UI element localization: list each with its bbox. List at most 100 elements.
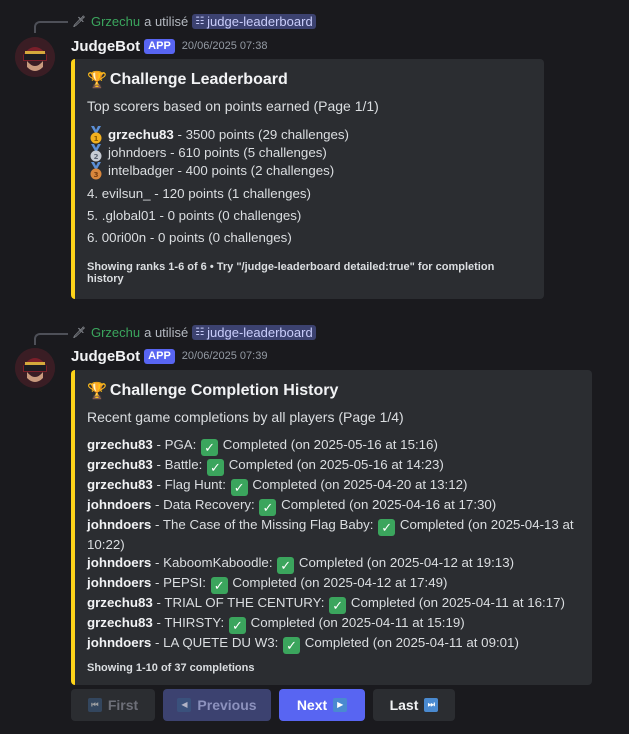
timestamp[interactable]: 20/06/2025 07:39: [182, 350, 268, 362]
player-score: - 400 points (2 challenges): [173, 163, 335, 178]
completion-challenge: - The Case of the Missing Flag Baby:: [151, 517, 378, 532]
bot-name[interactable]: JudgeBot: [71, 348, 140, 365]
embed-description: Recent game completions by all players (…: [87, 409, 404, 425]
completion-challenge: - PEPSI:: [151, 575, 210, 590]
command-grid-icon: ☷: [195, 15, 205, 27]
reply-username[interactable]: Grzechu: [91, 325, 140, 340]
leaderboard-row: 2 johndoers - 610 points (5 challenges): [87, 144, 530, 162]
completion-status: Completed (on 2025-04-12 at 17:49): [228, 575, 448, 590]
completion-row: johndoers - Data Recovery: ✓ Completed (…: [87, 496, 578, 516]
check-icon: ✓: [283, 637, 301, 654]
leaderboard-row: 1 grzechu83 - 3500 points (29 challenges…: [87, 126, 530, 144]
completion-status: Completed (on 2025-04-11 at 15:19): [246, 615, 465, 630]
command-chip[interactable]: ☷ judge-leaderboard: [192, 324, 316, 340]
command-name: judge-leaderboard: [207, 324, 313, 340]
player-name: grzechu83: [108, 127, 174, 142]
trophy-icon: 🏆: [87, 383, 107, 400]
trophy-icon: 🏆: [87, 72, 107, 89]
completion-history-embed: 🏆 Challenge Completion History Recent ga…: [71, 370, 592, 685]
completion-row: grzechu83 - PGA: ✓ Completed (on 2025-05…: [87, 436, 578, 456]
reply-username[interactable]: Grzechu: [91, 14, 140, 29]
next-label: Next: [296, 697, 328, 713]
completion-challenge: - KaboomKaboodle:: [151, 555, 277, 570]
reply-verb: a utilisé: [144, 324, 189, 340]
check-icon: ✓: [228, 617, 246, 634]
leaderboard-embed: 🏆 Challenge Leaderboard Top scorers base…: [71, 59, 544, 299]
completion-row: grzechu83 - TRIAL OF THE CENTURY: ✓ Comp…: [87, 594, 578, 614]
slash-command-icon: 🗡︎: [72, 15, 86, 28]
embed-title: 🏆 Challenge Leaderboard: [87, 69, 530, 91]
leaderboard-row: 5. .global01 - 0 points (0 challenges): [87, 208, 302, 223]
completion-user: grzechu83: [87, 457, 153, 472]
completion-row: johndoers - LA QUETE DU W3: ✓ Completed …: [87, 634, 578, 654]
completion-challenge: - Data Recovery:: [151, 497, 259, 512]
check-icon: ✓: [210, 577, 228, 594]
completion-row: grzechu83 - Flag Hunt: ✓ Completed (on 2…: [87, 476, 578, 496]
avatar[interactable]: [15, 348, 55, 388]
bronze-medal-icon: 3: [87, 162, 105, 180]
completion-user: grzechu83: [87, 615, 153, 630]
timestamp[interactable]: 20/06/2025 07:38: [182, 40, 268, 52]
reply-connector: [34, 21, 68, 33]
avatar[interactable]: [15, 37, 55, 77]
previous-label: Previous: [197, 697, 257, 713]
check-icon: ✓: [329, 597, 347, 614]
completion-challenge: - Battle:: [152, 457, 206, 472]
last-label: Last: [389, 697, 419, 713]
leaderboard-list: 1 grzechu83 - 3500 points (29 challenges…: [87, 126, 530, 249]
completion-row: johndoers - The Case of the Missing Flag…: [87, 516, 578, 554]
last-page-button[interactable]: Last ⏭: [373, 689, 455, 721]
completion-user: johndoers: [87, 517, 152, 532]
completion-challenge: - LA QUETE DU W3:: [151, 635, 283, 650]
completion-status: Completed (on 2025-04-12 at 19:13): [295, 555, 515, 570]
command-chip[interactable]: ☷ judge-leaderboard: [192, 13, 316, 29]
gold-medal-icon: 1: [87, 126, 105, 144]
player-name: intelbadger: [108, 163, 174, 178]
command-grid-icon: ☷: [195, 326, 205, 338]
leaderboard-row: 3 intelbadger - 400 points (2 challenges…: [87, 162, 530, 180]
embed-title-text: Challenge Leaderboard: [109, 71, 288, 88]
completion-challenge: - PGA:: [152, 437, 201, 452]
svg-text:1: 1: [94, 135, 99, 143]
next-page-button[interactable]: Next ▶: [279, 689, 365, 721]
embed-description: Top scorers based on points earned (Page…: [87, 98, 379, 114]
reply-context: 🗡︎ Grzechu a utilisé ☷ judge-leaderboard: [72, 11, 316, 31]
svg-text:2: 2: [94, 153, 99, 161]
pagination-buttons: ⏮ First ◀ Previous Next ▶ Last ⏭: [71, 689, 455, 721]
check-icon: ✓: [207, 459, 224, 476]
leaderboard-row: 4. evilsun_ - 120 points (1 challenges): [87, 186, 311, 201]
reply-verb: a utilisé: [144, 13, 189, 29]
previous-page-button[interactable]: ◀ Previous: [163, 689, 271, 721]
completion-user: grzechu83: [87, 595, 153, 610]
completion-status: Completed (on 2025-04-20 at 13:12): [248, 477, 468, 492]
completion-user: johndoers: [87, 575, 152, 590]
app-badge: APP: [144, 348, 175, 364]
completion-status: Completed (on 2025-04-16 at 17:30): [277, 497, 497, 512]
player-score: - 610 points (5 challenges): [166, 145, 327, 160]
skip-forward-icon: ⏭: [424, 698, 439, 712]
bot-name[interactable]: JudgeBot: [71, 38, 140, 55]
arrow-left-icon: ◀: [177, 698, 192, 712]
message-header: JudgeBot APP 20/06/2025 07:38: [71, 36, 267, 56]
completion-row: johndoers - PEPSI: ✓ Completed (on 2025-…: [87, 574, 578, 594]
completion-row: grzechu83 - THIRSTY: ✓ Completed (on 202…: [87, 614, 578, 634]
completion-row: grzechu83 - Battle: ✓ Completed (on 2025…: [87, 456, 578, 476]
completion-list: grzechu83 - PGA: ✓ Completed (on 2025-05…: [87, 436, 578, 654]
first-label: First: [107, 697, 139, 713]
skip-back-icon: ⏮: [87, 698, 102, 712]
command-name: judge-leaderboard: [207, 13, 313, 29]
silver-medal-icon: 2: [87, 144, 105, 162]
completion-user: grzechu83: [87, 437, 153, 452]
embed-footer: Showing 1-10 of 37 completions: [87, 662, 255, 674]
completion-user: johndoers: [87, 635, 152, 650]
slash-command-icon: 🗡︎: [72, 326, 86, 339]
completion-row: johndoers - KaboomKaboodle: ✓ Completed …: [87, 554, 578, 574]
first-page-button[interactable]: ⏮ First: [71, 689, 155, 721]
message-header: JudgeBot APP 20/06/2025 07:39: [71, 346, 267, 366]
check-icon: ✓: [378, 519, 396, 536]
completion-status: Completed (on 2025-05-16 at 14:23): [225, 457, 444, 472]
reply-context: 🗡︎ Grzechu a utilisé ☷ judge-leaderboard: [72, 322, 316, 342]
reply-connector: [34, 333, 68, 345]
check-icon: ✓: [277, 557, 295, 574]
app-badge: APP: [144, 38, 175, 54]
